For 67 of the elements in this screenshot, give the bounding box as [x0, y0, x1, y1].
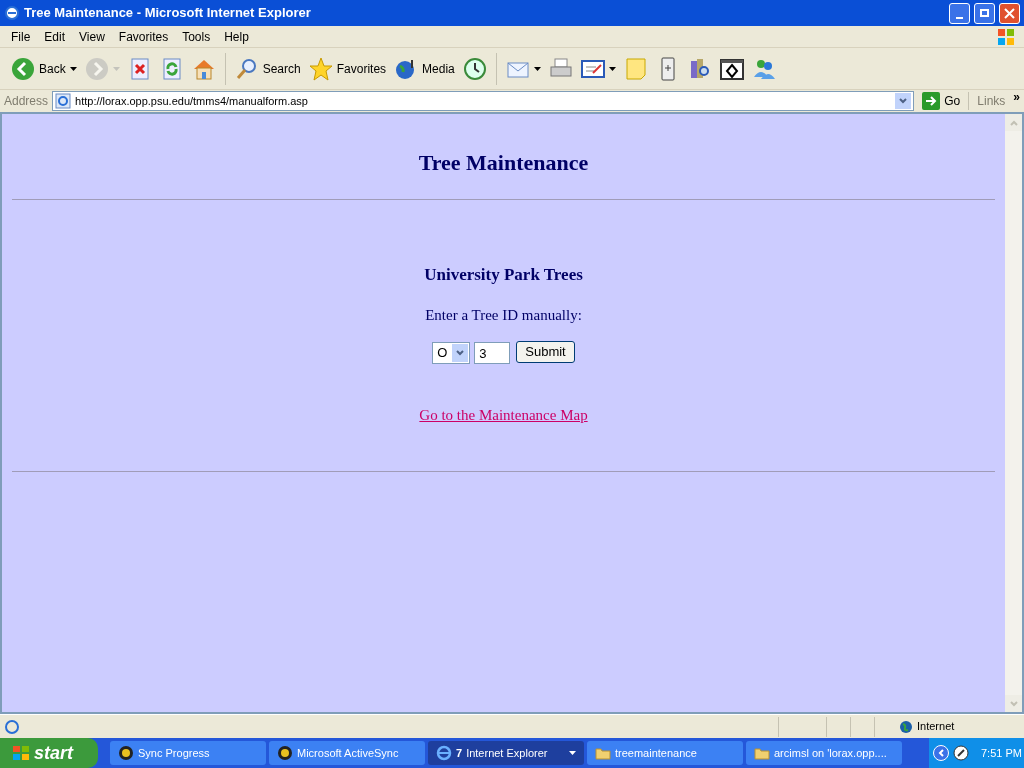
prefix-select[interactable]: O [432, 342, 471, 364]
menu-item[interactable]: Edit [37, 27, 73, 46]
tree-id-input[interactable]: 3 [474, 342, 511, 364]
toolbar-button[interactable]: Media [391, 50, 458, 87]
submit-button[interactable]: Submit [516, 341, 575, 363]
page-heading: Tree Maintenance [418, 149, 589, 177]
app-icon [118, 745, 134, 761]
start-button[interactable]: start [0, 738, 98, 768]
url-text: http://lorax.opp.psu.edu/tmms4/manualform.asp [75, 93, 309, 109]
minimize-button[interactable] [949, 2, 970, 24]
clock: 7:51 PM [981, 745, 1022, 761]
taskbar-label: treemaintenance [615, 745, 698, 761]
browser-icon [436, 745, 452, 761]
dropdown-arrow-icon[interactable] [533, 66, 541, 71]
taskbar-button[interactable]: treemaintenance [587, 741, 743, 765]
sync-tray-icon[interactable] [953, 745, 969, 761]
taskbar-label: Microsoft ActiveSync [297, 745, 400, 761]
chevron-down-icon [899, 98, 908, 104]
windows-logo-icon [12, 745, 30, 761]
note-icon [623, 56, 648, 81]
browser-logo-icon [4, 5, 20, 21]
address-dropdown-button[interactable] [895, 93, 912, 109]
chevron-left-icon [938, 749, 944, 757]
taskbar-button[interactable]: Microsoft ActiveSync [269, 741, 425, 765]
menu-item[interactable]: Favorites [111, 27, 176, 46]
dropdown-arrow-icon[interactable] [69, 66, 77, 71]
page-status-icon [4, 718, 20, 735]
taskbar-label: Internet Explorer [466, 745, 549, 761]
show-hidden-icons-button[interactable] [933, 745, 949, 761]
taskbar-button[interactable]: Sync Progress [110, 741, 266, 765]
star-icon [308, 56, 333, 81]
go-button[interactable]: Go [918, 92, 965, 110]
app-icon [277, 745, 293, 761]
dropdown-arrow-icon [569, 751, 576, 755]
address-field[interactable]: http://lorax.opp.psu.edu/tmms4/manualform.asp [52, 91, 915, 111]
window-title: Tree Maintenance - Microsoft Internet Explorer [24, 4, 312, 23]
prompt-text: Enter a Tree ID manually: [425, 305, 582, 325]
toolbar-button[interactable]: Favorites [305, 50, 390, 87]
menu-item[interactable]: File [4, 27, 38, 46]
chevron-down-icon [456, 350, 465, 356]
more-chevron[interactable]: » [1013, 88, 1020, 106]
toolbar-button[interactable]: Search [231, 50, 304, 87]
page-icon [55, 93, 72, 109]
security-zone: Internet [917, 719, 955, 735]
folder-icon [595, 745, 611, 761]
taskbar-button[interactable]: 7 Internet Explorer [428, 741, 584, 765]
address-label: Address [4, 93, 49, 110]
taskbar-button[interactable]: arcimsl on 'lorax.opp.... [746, 741, 902, 765]
windows-logo-icon [996, 27, 1016, 46]
search-icon [234, 56, 259, 81]
taskbar-label: Sync Progress [138, 745, 211, 761]
toolbar-button[interactable]: Back [8, 50, 80, 87]
menu-item[interactable]: Help [217, 27, 256, 46]
section-heading: University Park Trees [424, 264, 583, 286]
folder-icon [754, 745, 770, 761]
globe-icon [899, 719, 913, 734]
window-count: 7 [456, 745, 463, 761]
close-button[interactable] [999, 2, 1020, 24]
dropdown-arrow-icon[interactable] [608, 66, 616, 71]
menu-item[interactable]: Tools [175, 27, 218, 46]
x-icon [1004, 7, 1015, 19]
restore-button[interactable] [974, 2, 995, 24]
maintenance-map-link[interactable]: Go to the Maintenance Map [419, 404, 588, 427]
menu-item[interactable]: View [72, 27, 112, 46]
history-clock-icon [462, 56, 487, 81]
links-button[interactable]: Links [973, 92, 1010, 110]
taskbar-label: arcimsl on 'lorax.opp.... [774, 745, 888, 761]
